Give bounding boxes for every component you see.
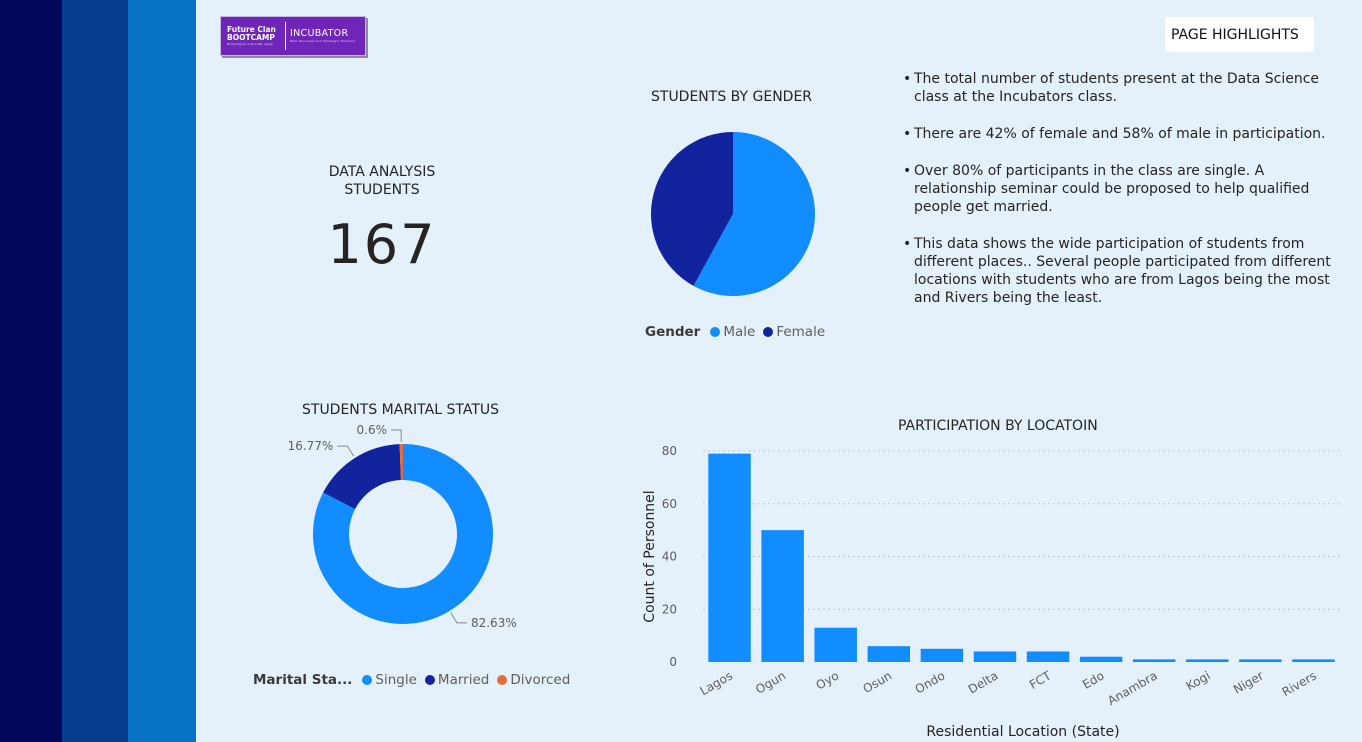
x-tick-label: Lagos — [698, 668, 736, 698]
location-chart-title: PARTICIPATION BY LOCATOIN — [898, 418, 1098, 434]
y-tick-label: 60 — [662, 497, 677, 511]
x-tick-label: Ondo — [913, 668, 948, 696]
highlight-item: Over 80% of participants in the class ar… — [903, 162, 1333, 216]
bar-rivers[interactable] — [1292, 659, 1335, 662]
logo-incubator: INCUBATOR Well-Rounded and Strategic Sol… — [290, 28, 356, 44]
logo: Future Clan BOOTCAMP Nurturing for a tec… — [220, 16, 366, 56]
x-tick-label: Kogi — [1184, 668, 1213, 693]
donut-data-label: 0.6% — [357, 425, 388, 437]
legend-item-single[interactable]: Single — [362, 672, 417, 688]
legend-item-female[interactable]: Female — [763, 324, 825, 340]
bar-kogi[interactable] — [1186, 659, 1229, 662]
y-tick-label: 40 — [662, 550, 677, 564]
x-tick-label: Oyo — [814, 668, 842, 692]
marital-chart-title: STUDENTS MARITAL STATUS — [302, 402, 500, 418]
legend-item-male[interactable]: Male — [710, 324, 755, 340]
bar-delta[interactable] — [973, 651, 1017, 662]
x-tick-label: Osun — [861, 668, 895, 696]
donut-leader-line — [450, 612, 467, 624]
kpi-value: 167 — [327, 213, 437, 276]
highlight-item: The total number of students present at … — [903, 70, 1333, 106]
bar-osun[interactable] — [867, 646, 911, 662]
donut-leader-line — [337, 445, 355, 457]
gender-chart-title: STUDENTS BY GENDER — [651, 89, 813, 105]
legend-item-married[interactable]: Married — [424, 672, 489, 688]
bar-anambra[interactable] — [1132, 659, 1176, 662]
x-tick-label: Edo — [1080, 668, 1107, 691]
marital-legend-title: Marital Sta... — [253, 672, 353, 688]
bar-ondo[interactable] — [920, 648, 964, 662]
page-highlights-button[interactable]: PAGE HIGHLIGHTS — [1165, 17, 1314, 52]
highlight-item: There are 42% of female and 58% of male … — [903, 125, 1333, 143]
sidebar-stripe-2 — [62, 0, 128, 742]
married-dot-icon — [424, 675, 435, 685]
bar-ogun[interactable] — [761, 530, 804, 662]
logo-divider — [285, 22, 286, 50]
female-dot-icon — [763, 327, 774, 337]
gender-legend: Gender Male Female — [645, 324, 833, 340]
x-tick-label: Delta — [966, 668, 1001, 696]
y-tick-label: 20 — [662, 602, 677, 616]
divorced-dot-icon — [497, 675, 508, 685]
male-dot-icon — [710, 327, 721, 337]
donut-leader-line — [391, 429, 402, 443]
marital-donut-chart: 82.63% 16.77% 0.6% — [288, 425, 517, 630]
x-tick-label: Anambra — [1105, 668, 1159, 708]
y-tick-label: 0 — [669, 655, 677, 669]
single-dot-icon — [362, 675, 373, 685]
x-tick-label: Niger — [1231, 668, 1266, 696]
x-tick-label: Ogun — [753, 668, 788, 696]
sidebar-stripe-3 — [128, 0, 196, 742]
kpi-label: DATA ANALYSIS STUDENTS — [328, 164, 436, 198]
bar-edo[interactable] — [1079, 656, 1123, 662]
bar-niger[interactable] — [1239, 659, 1282, 662]
logo-bootcamp: Future Clan BOOTCAMP Nurturing for a tec… — [227, 25, 276, 47]
location-bar-chart: 0 20 40 60 80 Lagos Ogun Oyo Osun Ondo Delta FCT Edo… — [642, 444, 1340, 740]
legend-item-divorced[interactable]: Divorced — [497, 672, 570, 688]
highlight-item: This data shows the wide participation o… — [903, 235, 1333, 307]
x-tick-label: FCT — [1027, 668, 1054, 692]
bar-lagos[interactable] — [708, 453, 751, 662]
sidebar-stripe-1 — [0, 0, 62, 742]
donut-data-label: 82.63% — [471, 616, 517, 630]
highlights-list: The total number of students present at … — [903, 70, 1333, 326]
y-tick-label: 80 — [662, 444, 677, 458]
bar-fct[interactable] — [1026, 651, 1070, 662]
x-axis-title: Residential Location (State) — [926, 724, 1119, 740]
gender-legend-title: Gender — [645, 324, 701, 340]
y-axis-title: Count of Personnel — [642, 490, 658, 622]
gender-pie-chart — [651, 132, 815, 296]
bar-oyo[interactable] — [814, 627, 857, 662]
donut-data-label: 16.77% — [288, 439, 334, 453]
marital-legend: Marital Sta... Single Married Divorced — [253, 672, 578, 688]
x-tick-label: Rivers — [1280, 668, 1319, 699]
